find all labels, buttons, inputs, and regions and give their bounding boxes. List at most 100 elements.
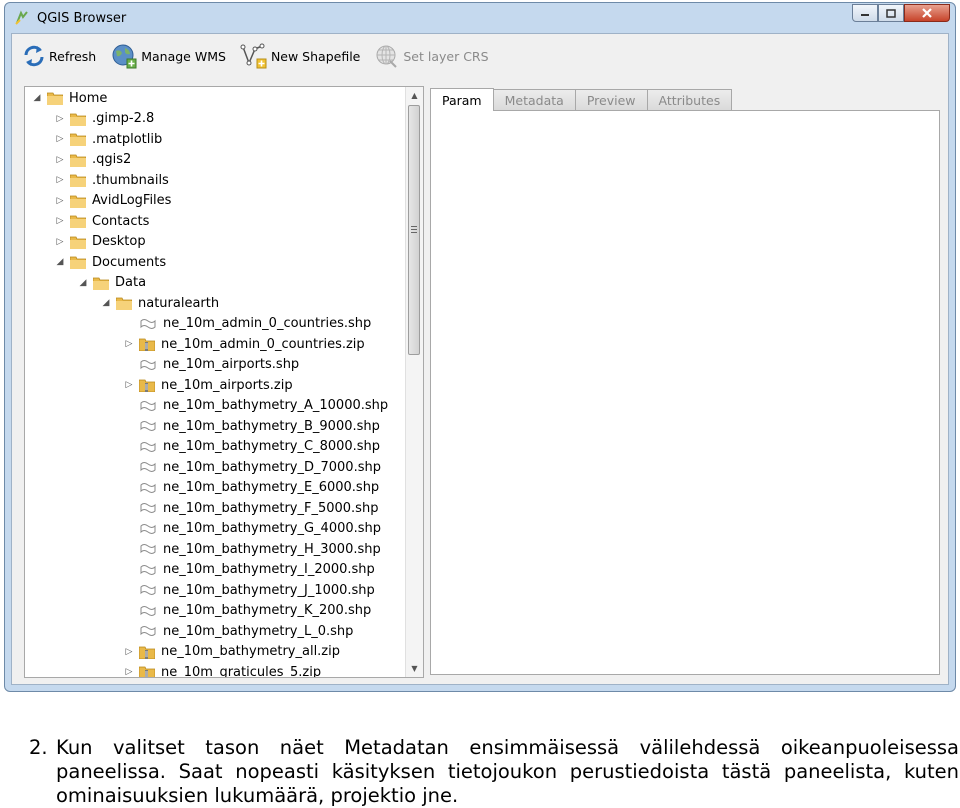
collapsed-arrow-icon[interactable]: ▷: [54, 196, 66, 206]
vector-layer-icon: [139, 624, 157, 638]
collapsed-arrow-icon[interactable]: ▷: [123, 339, 135, 349]
collapsed-arrow-icon[interactable]: ▷: [54, 216, 66, 226]
expanded-arrow-icon[interactable]: ◢: [77, 278, 89, 288]
properties-tabs: Param Metadata Preview Attributes: [430, 88, 733, 111]
tree-item-label: Home: [69, 90, 108, 106]
tree-item[interactable]: ▷ .gimp-2.8: [54, 109, 155, 129]
collapsed-arrow-icon[interactable]: ▷: [54, 155, 66, 165]
tab-attributes-label: Attributes: [658, 92, 721, 108]
zip-archive-icon: [138, 665, 156, 677]
scrollbar-grip: [411, 226, 417, 234]
tree-item-label: Contacts: [92, 213, 150, 229]
tab-param[interactable]: Param: [430, 88, 494, 111]
close-button[interactable]: [904, 4, 950, 22]
tree-item[interactable]: ne_10m_bathymetry_I_2000.shp: [123, 560, 375, 580]
tree-item-label: ne_10m_bathymetry_G_4000.shp: [163, 521, 382, 536]
manage-wms-button[interactable]: Manage WMS: [110, 43, 226, 69]
zip-archive-icon: [138, 645, 156, 659]
tree-scrollbar[interactable]: ▲ ▼: [405, 87, 423, 677]
tree-item-label: .matplotlib: [92, 131, 163, 147]
set-layer-crs-label: Set layer CRS: [403, 48, 489, 64]
browser-tree[interactable]: ◢ Home ▷ .gimp-2.8 ▷ .matplotlib ▷ .qgis2 ▷ .thum…: [24, 86, 424, 678]
toolbar: Refresh Manage WMS New Shapefile Set lay…: [12, 34, 948, 78]
vector-layer-icon: [139, 460, 157, 474]
caption-text: Kun valitset tason näet Metadatan ensimm…: [56, 736, 959, 807]
scrollbar-thumb[interactable]: [408, 105, 420, 355]
folder-icon: [46, 91, 64, 106]
tree-item[interactable]: ne_10m_bathymetry_F_5000.shp: [123, 498, 378, 518]
refresh-icon: [24, 45, 44, 67]
tree-item-label: .thumbnails: [92, 172, 169, 188]
tree-item[interactable]: ▷ ne_10m_admin_0_countries.zip: [123, 334, 365, 354]
tree-item-label: Documents: [92, 254, 167, 270]
tree-item[interactable]: ne_10m_bathymetry_B_9000.shp: [123, 416, 380, 436]
tree-item[interactable]: ne_10m_bathymetry_C_8000.shp: [123, 437, 380, 457]
tree-item[interactable]: ▷ .thumbnails: [54, 170, 169, 190]
folder-icon: [69, 173, 87, 188]
tree-item[interactable]: ne_10m_bathymetry_D_7000.shp: [123, 457, 381, 477]
expanded-arrow-icon[interactable]: ◢: [54, 257, 66, 267]
tree-item-label: ne_10m_admin_0_countries.shp: [163, 316, 372, 331]
tree-item[interactable]: ▷ Desktop: [54, 232, 146, 252]
collapsed-arrow-icon[interactable]: ▷: [54, 114, 66, 124]
tree-item[interactable]: ne_10m_bathymetry_J_1000.shp: [123, 580, 375, 600]
tree-item[interactable]: ▷ ne_10m_bathymetry_all.zip: [123, 642, 340, 662]
maximize-button[interactable]: [878, 4, 904, 22]
tree-item[interactable]: ◢ Home: [31, 88, 108, 108]
scroll-down-arrow-icon[interactable]: ▼: [406, 660, 423, 677]
tree-item-label: ne_10m_bathymetry_I_2000.shp: [163, 562, 375, 577]
new-shapefile-button[interactable]: New Shapefile: [240, 43, 360, 69]
tree-item[interactable]: ne_10m_admin_0_countries.shp: [123, 314, 371, 334]
folder-icon: [92, 276, 110, 290]
expanded-arrow-icon[interactable]: ◢: [31, 93, 43, 103]
tree-item[interactable]: ne_10m_bathymetry_G_4000.shp: [123, 519, 381, 539]
tree-item[interactable]: ▷ .matplotlib: [54, 129, 163, 149]
folder-icon: [115, 296, 133, 311]
folder-icon: [69, 153, 87, 167]
tree-item-label: ne_10m_bathymetry_all.zip: [161, 644, 340, 659]
set-layer-crs-button[interactable]: Set layer CRS: [374, 43, 489, 69]
vector-layer-icon: [139, 501, 157, 515]
tree-item[interactable]: ◢ naturalearth: [100, 293, 220, 313]
tree-item[interactable]: ne_10m_bathymetry_A_10000.shp: [123, 396, 388, 416]
vector-layer-icon: [139, 358, 157, 372]
tree-item[interactable]: ▷ AvidLogFiles: [54, 191, 172, 211]
collapsed-arrow-icon[interactable]: ▷: [123, 647, 135, 657]
folder-icon: [69, 132, 87, 147]
refresh-label: Refresh: [49, 48, 97, 64]
tab-content: [430, 110, 940, 675]
collapsed-arrow-icon[interactable]: ▷: [123, 667, 135, 677]
tree-item[interactable]: ▷ Contacts: [54, 211, 150, 231]
tree-item-label: .qgis2: [92, 152, 132, 167]
tree-item[interactable]: ▷ ne_10m_airports.zip: [123, 375, 293, 395]
caption-number: 2.: [29, 736, 48, 759]
tab-preview[interactable]: Preview: [574, 89, 648, 110]
tree-item[interactable]: ne_10m_airports.shp: [123, 355, 299, 375]
collapsed-arrow-icon[interactable]: ▷: [54, 134, 66, 144]
expanded-arrow-icon[interactable]: ◢: [100, 298, 112, 308]
tab-param-label: Param: [442, 92, 482, 108]
tab-metadata[interactable]: Metadata: [492, 89, 576, 110]
tree-item[interactable]: ◢ Documents: [54, 252, 167, 272]
tree-item[interactable]: ne_10m_bathymetry_K_200.shp: [123, 601, 371, 621]
tree-item-label: ne_10m_bathymetry_J_1000.shp: [163, 582, 375, 598]
tree-item-label: ne_10m_bathymetry_E_6000.shp: [163, 480, 380, 495]
scroll-up-arrow-icon[interactable]: ▲: [406, 87, 423, 104]
tree-item[interactable]: ne_10m_bathymetry_L_0.shp: [123, 621, 353, 641]
tab-attributes[interactable]: Attributes: [646, 89, 733, 110]
tree-item[interactable]: ne_10m_bathymetry_E_6000.shp: [123, 478, 379, 498]
tree-item[interactable]: ▷ ne_10m_graticules_5.zip: [123, 662, 321, 677]
collapsed-arrow-icon[interactable]: ▷: [123, 380, 135, 390]
title-bar[interactable]: QGIS Browser: [5, 3, 955, 33]
refresh-button[interactable]: Refresh: [22, 44, 96, 68]
collapsed-arrow-icon[interactable]: ▷: [54, 175, 66, 185]
tree-item[interactable]: ▷ .qgis2: [54, 150, 132, 170]
collapsed-arrow-icon[interactable]: ▷: [54, 237, 66, 247]
manage-wms-label: Manage WMS: [141, 48, 226, 64]
close-icon: [922, 8, 932, 18]
tree-item[interactable]: ◢ Data: [77, 273, 147, 293]
minimize-button[interactable]: [852, 4, 878, 22]
tree-item-label: ne_10m_admin_0_countries.zip: [161, 336, 365, 352]
tree-item[interactable]: ne_10m_bathymetry_H_3000.shp: [123, 539, 381, 559]
zip-archive-icon: [138, 378, 156, 393]
